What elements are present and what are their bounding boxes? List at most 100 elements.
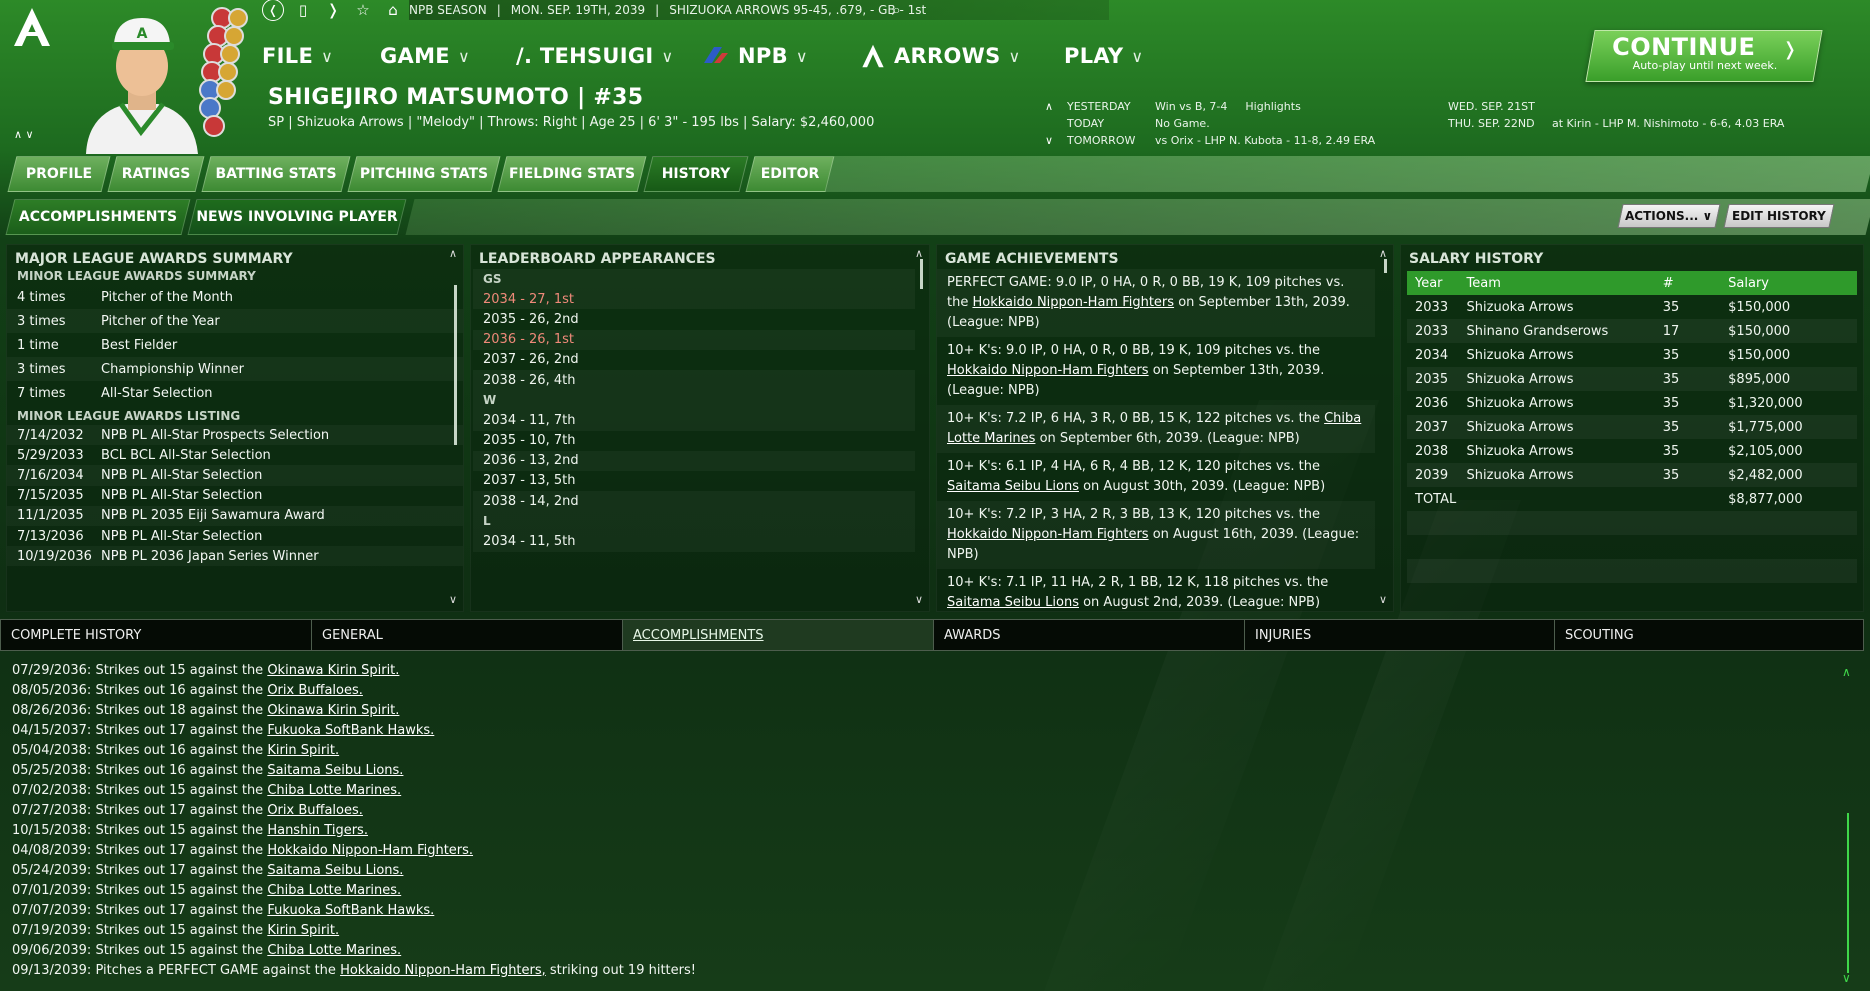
menu-team[interactable]: ARROWS ∨	[860, 43, 1064, 69]
schedule-up-icon[interactable]: ∧	[1045, 100, 1057, 113]
tab-pitching-stats[interactable]: PITCHING STATS	[347, 156, 501, 192]
tomorrow-value[interactable]: vs Orix - LHP N. Kubota - 11-8, 2.49 ERA	[1155, 132, 1447, 149]
subtab-accomplishments[interactable]: ACCOMPLISHMENTS	[5, 199, 191, 235]
search-icon[interactable]: ⌕	[892, 0, 914, 19]
leaderboard-row[interactable]: 2038 - 26, 4th	[473, 369, 915, 391]
team-link[interactable]: Okinawa Kirin Spirit.	[267, 663, 399, 678]
page-icon[interactable]: ▯	[292, 1, 314, 19]
team-link[interactable]: Chiba Lotte Marines.	[267, 783, 401, 798]
award-date: 10/19/2036	[17, 548, 92, 564]
btab-general[interactable]: GENERAL	[311, 619, 623, 651]
salary-year: 2033	[1415, 299, 1449, 315]
menu-file[interactable]: FILE ∨	[262, 44, 380, 68]
salary-empty-row	[1407, 583, 1857, 607]
col-team[interactable]: Team	[1467, 276, 1663, 291]
col-year[interactable]: Year	[1407, 276, 1467, 291]
col-salary[interactable]: Salary	[1728, 276, 1857, 291]
subtab-news-involving-player[interactable]: NEWS INVOLVING PLAYER	[187, 199, 407, 235]
leaderboard-row[interactable]: 2037 - 26, 2nd	[473, 350, 915, 370]
team-link[interactable]: Orix Buffaloes.	[267, 683, 363, 698]
tab-editor[interactable]: EDITOR	[745, 156, 835, 192]
log-entry: 08/26/2036: Strikes out 18 against the O…	[12, 701, 696, 721]
scroll-down-icon[interactable]: ∨	[1379, 593, 1387, 606]
team-link[interactable]: Orix Buffaloes.	[267, 803, 363, 818]
star-icon[interactable]: ☆	[352, 1, 374, 19]
leaderboard-row[interactable]: 2036 - 13, 2nd	[473, 450, 915, 471]
leaderboard-row[interactable]: 2034 - 11, 5th	[473, 531, 915, 552]
highlights-link[interactable]: Highlights	[1245, 100, 1300, 113]
scrollbar-thumb[interactable]	[920, 259, 923, 289]
salary-year: 2036	[1415, 395, 1449, 411]
salary-row: 2035 Shizuoka Arrows 35 $895,000	[1407, 367, 1857, 391]
today-value: No Game.	[1155, 117, 1210, 130]
menu-play[interactable]: PLAY ∨	[1064, 44, 1174, 68]
scrollbar-thumb[interactable]	[1384, 259, 1387, 273]
leaderboard-row[interactable]: 2036 - 26, 1st	[473, 329, 915, 350]
team-link[interactable]: Saitama Seibu Lions	[947, 595, 1079, 610]
game-achievements-title: GAME ACHIEVEMENTS	[945, 251, 1119, 267]
leaderboard-row[interactable]: 2037 - 13, 5th	[473, 471, 915, 491]
team-link[interactable]: Fukuoka SoftBank Hawks.	[267, 903, 434, 918]
leaderboard-row[interactable]: 2035 - 26, 2nd	[473, 309, 915, 329]
schedule-down-icon[interactable]: ∨	[1045, 134, 1057, 147]
team-link[interactable]: Saitama Seibu Lions.	[267, 863, 403, 878]
scroll-down-icon[interactable]: ∨	[449, 593, 457, 606]
team-link[interactable]: Chiba Lotte Marines.	[267, 883, 401, 898]
team-link[interactable]: Kirin Spirit.	[267, 743, 339, 758]
menu-manager[interactable]: /. TEHSUIGI ∨	[516, 44, 700, 68]
continue-button-content[interactable]: CONTINUE ❭ Auto-play until next week.	[1600, 33, 1810, 72]
leaderboard-row[interactable]: 2035 - 10, 7th	[473, 431, 915, 451]
tab-batting-stats[interactable]: BATTING STATS	[201, 156, 351, 192]
player-nav-arrows[interactable]: ∧ ∨	[14, 128, 34, 141]
yesterday-result[interactable]: Win vs B, 7-4	[1155, 100, 1227, 113]
team-link[interactable]: Kirin Spirit.	[267, 923, 339, 938]
team-link[interactable]: Okinawa Kirin Spirit.	[267, 703, 399, 718]
home-icon[interactable]: ⌂	[382, 1, 404, 19]
award-name: NPB PL All-Star Selection	[101, 528, 263, 544]
btab-injuries[interactable]: INJURIES	[1244, 619, 1555, 651]
back-icon[interactable]: ❬	[262, 0, 284, 21]
leaderboard-row[interactable]: 2034 - 27, 1st	[473, 289, 915, 310]
tab-history[interactable]: HISTORY	[643, 156, 749, 192]
team-link[interactable]: Hanshin Tigers.	[267, 823, 368, 838]
btab-complete-history[interactable]: COMPLETE HISTORY	[0, 619, 312, 651]
scroll-down-icon[interactable]: ∨	[915, 593, 923, 606]
forward-icon[interactable]: ❭	[322, 1, 344, 19]
arrows-logo-icon[interactable]	[10, 6, 54, 48]
salary-team: Shizuoka Arrows	[1466, 299, 1574, 315]
menu-league[interactable]: NPB ∨	[700, 44, 860, 68]
btab-awards[interactable]: AWARDS	[933, 619, 1245, 651]
team-link[interactable]: Hokkaido Nippon-Ham Fighters	[972, 295, 1174, 310]
tab-fielding-stats[interactable]: FIELDING STATS	[497, 156, 647, 192]
log-text: 04/08/2039: Strikes out 17 against the	[12, 843, 268, 858]
team-link[interactable]: Hokkaido Nippon-Ham Fighters	[947, 527, 1149, 542]
tab-ratings[interactable]: RATINGS	[107, 156, 205, 192]
team-link[interactable]: Chiba Lotte Marines.	[267, 943, 401, 958]
btab-scouting[interactable]: SCOUTING	[1554, 619, 1864, 651]
leaderboard-row[interactable]: 2038 - 14, 2nd	[473, 491, 915, 512]
leaderboard-row[interactable]: 2034 - 11, 7th	[473, 410, 915, 431]
btab-accomplishments[interactable]: ACCOMPLISHMENTS	[622, 619, 934, 651]
team-link[interactable]: Hokkaido Nippon-Ham Fighters.	[267, 843, 473, 858]
upcoming-game-2[interactable]: at Kirin - LHP M. Nishimoto - 6-6, 4.03 …	[1552, 115, 1784, 132]
log-text: 05/24/2039: Strikes out 17 against the	[12, 863, 268, 878]
edit-history-button[interactable]: EDIT HISTORY	[1723, 204, 1835, 228]
scroll-down-icon[interactable]: ∨	[1842, 971, 1851, 985]
scroll-up-icon[interactable]: ∧	[449, 247, 457, 260]
actions-button[interactable]: ACTIONS... ∨	[1617, 204, 1721, 228]
award-summary-row: 4 times Pitcher of the Month	[7, 285, 463, 309]
scrollbar-thumb[interactable]	[454, 285, 457, 445]
team-link[interactable]: Hokkaido Nippon-Ham Fighters	[947, 363, 1149, 378]
salary-empty-row	[1407, 535, 1857, 559]
scrollbar-thumb[interactable]	[1847, 813, 1849, 973]
menu-game[interactable]: GAME ∨	[380, 44, 516, 68]
log-scrollbar[interactable]: ∧ ∨	[1842, 665, 1854, 985]
tab-profile[interactable]: PROFILE	[7, 156, 111, 192]
team-link[interactable]: Hokkaido Nippon-Ham Fighters,	[340, 963, 546, 978]
achievement-text: 10+ K's: 7.2 IP, 3 HA, 2 R, 3 BB, 13 K, …	[947, 507, 1320, 522]
team-link[interactable]: Saitama Seibu Lions.	[267, 763, 403, 778]
team-link[interactable]: Saitama Seibu Lions	[947, 479, 1079, 494]
scroll-up-icon[interactable]: ∧	[1842, 665, 1851, 679]
col-number[interactable]: #	[1663, 276, 1728, 291]
team-link[interactable]: Fukuoka SoftBank Hawks.	[267, 723, 434, 738]
